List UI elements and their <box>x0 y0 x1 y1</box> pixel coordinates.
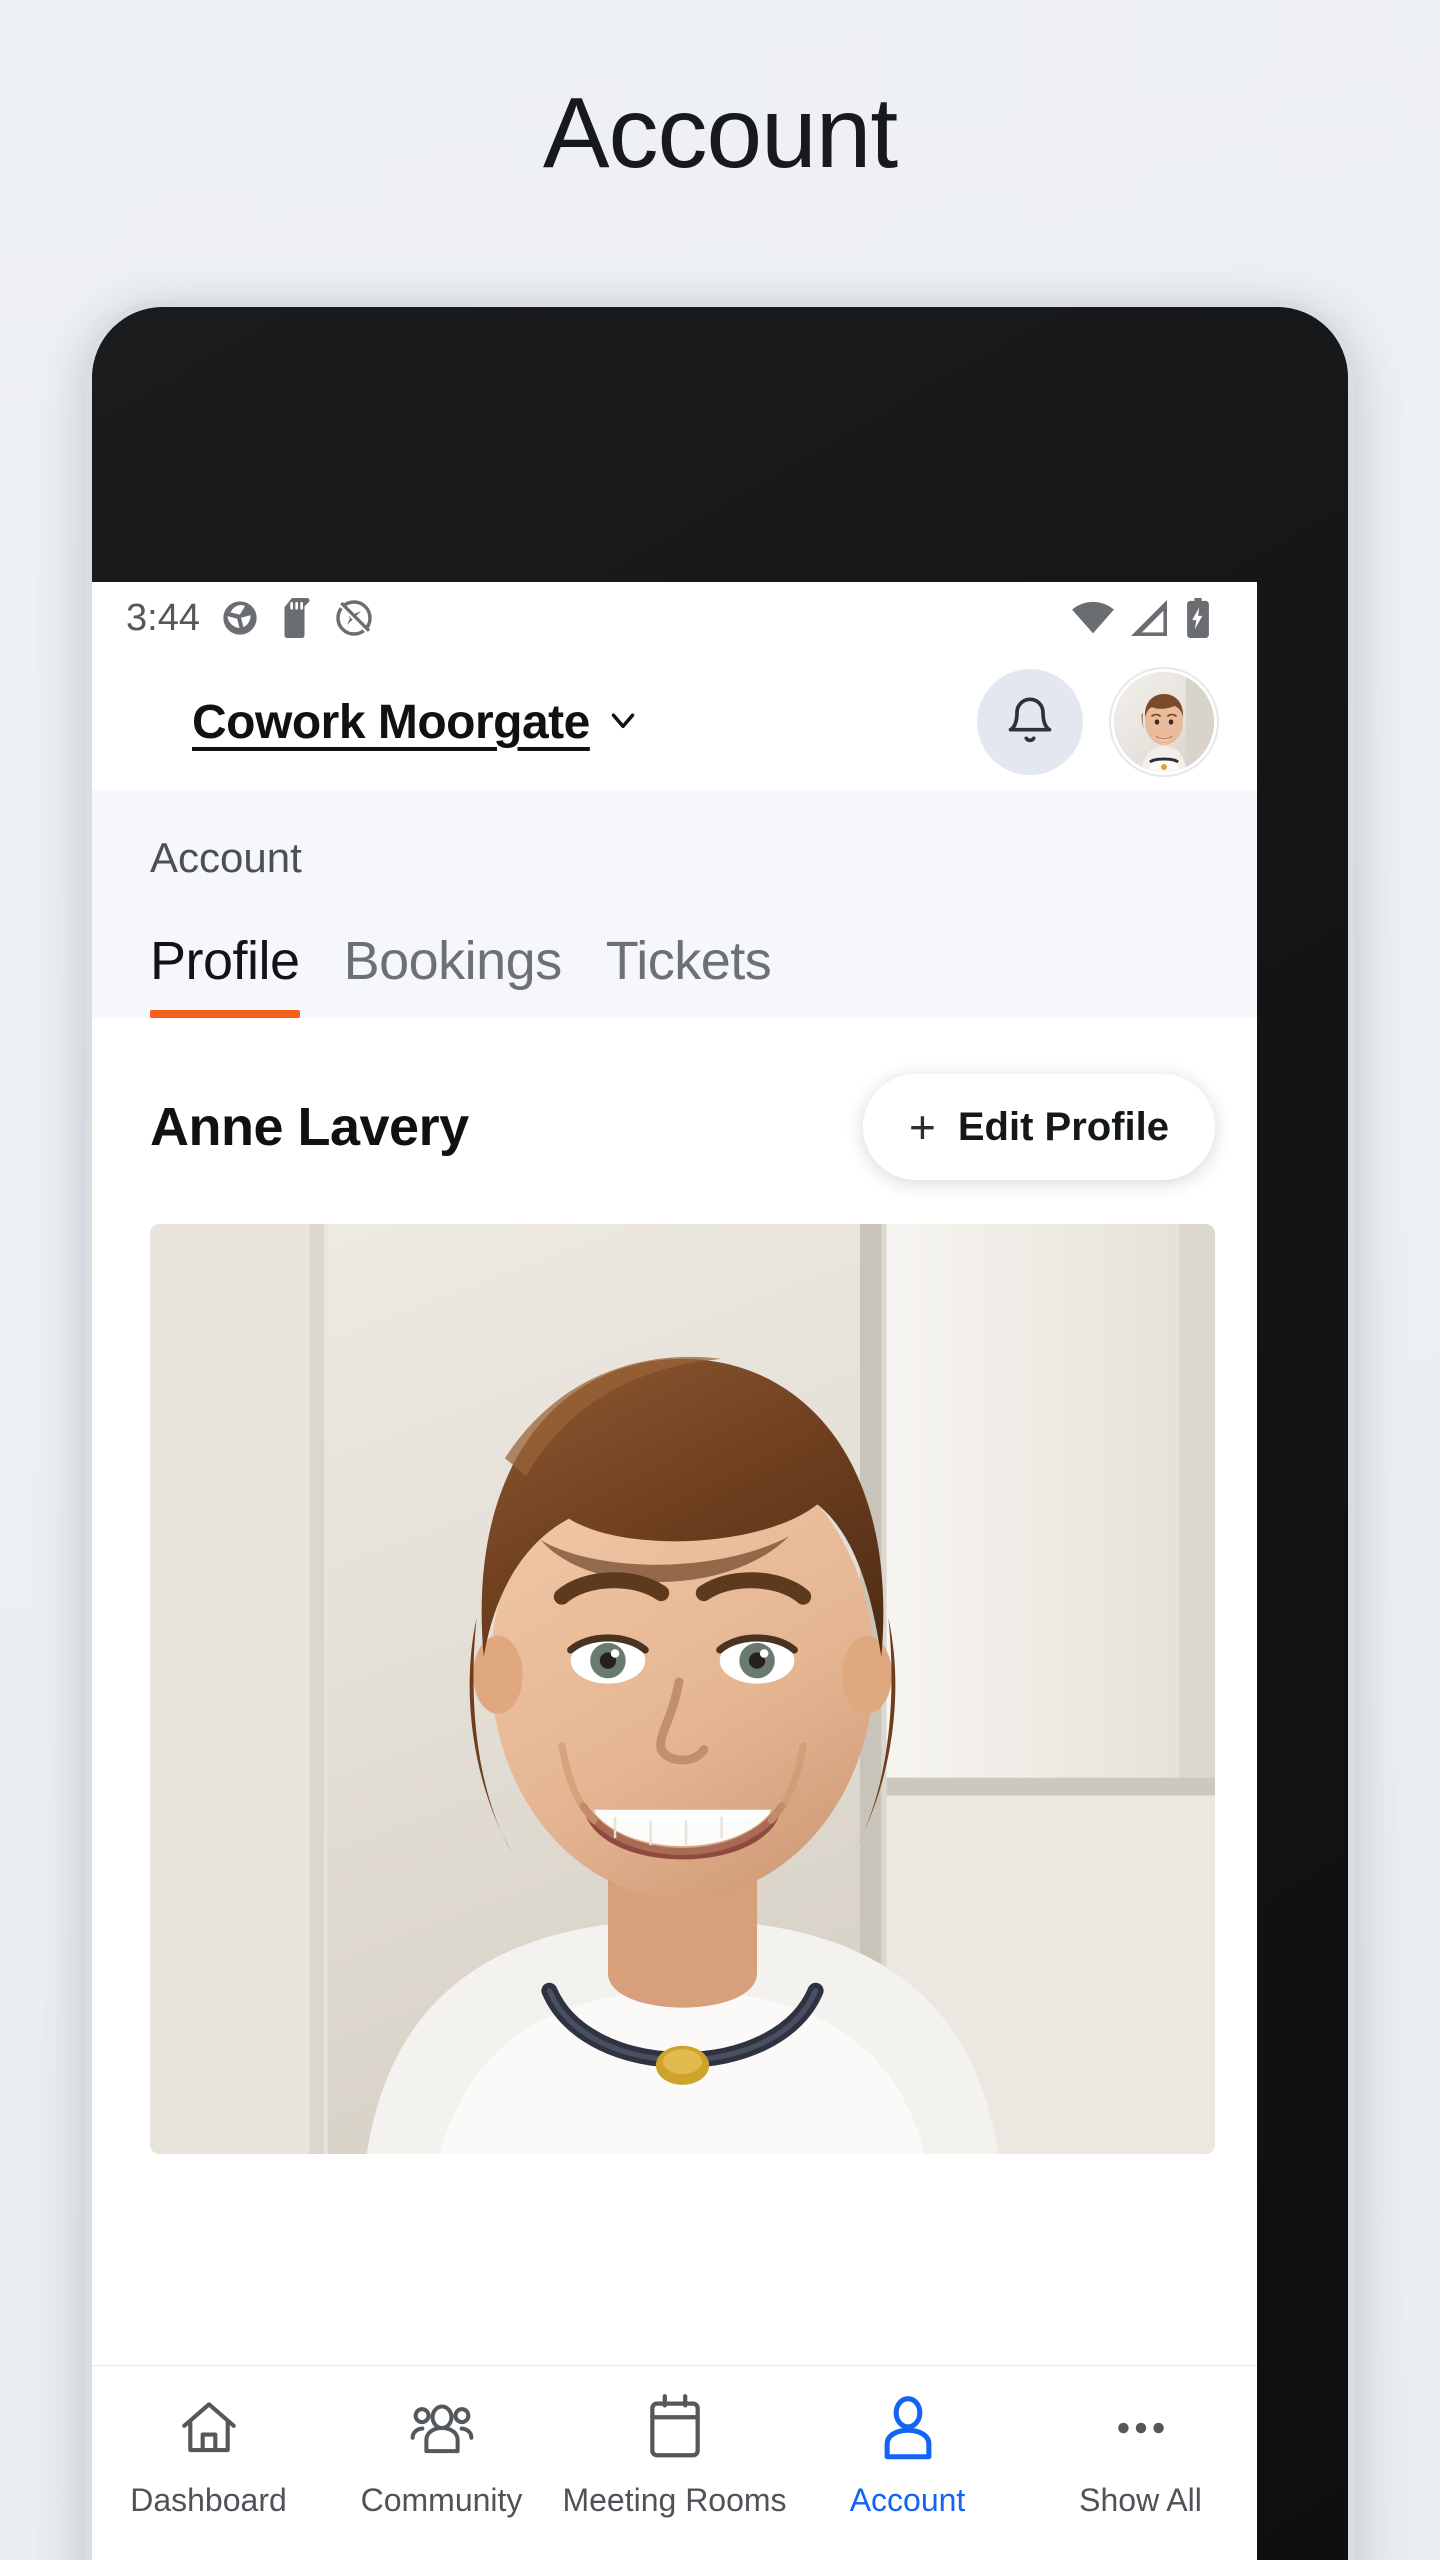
screenshot-stage: Account 3:44 Cowork Moorgate Account Pro… <box>0 0 1440 2560</box>
nav-label-community: Community <box>360 2482 523 2518</box>
section-label: Account <box>150 834 302 881</box>
phone-device-frame: 3:44 Cowork Moorgate Account Profile Boo… <box>85 300 1355 2560</box>
edit-profile-label: Edit Profile <box>957 1104 1169 1149</box>
edit-profile-button[interactable]: + Edit Profile <box>862 1074 1215 1180</box>
avatar-photo <box>1114 672 1214 772</box>
nav-label-show-all: Show All <box>1079 2482 1202 2518</box>
header-actions <box>977 669 1217 775</box>
status-bar-right <box>1071 598 1213 638</box>
app-header: Cowork Moorgate <box>92 654 1257 790</box>
home-icon <box>176 2390 242 2466</box>
avatar[interactable] <box>1111 669 1217 775</box>
tab-profile[interactable]: Profile <box>150 930 300 1018</box>
page-title: Account <box>542 77 898 189</box>
location-off-icon <box>334 598 374 638</box>
nav-label-dashboard: Dashboard <box>130 2482 287 2518</box>
cellular-signal-icon <box>1129 600 1169 636</box>
ellipsis-icon <box>1108 2390 1174 2466</box>
person-icon <box>877 2390 939 2466</box>
volume-button[interactable] <box>85 477 90 551</box>
bell-icon <box>1004 695 1056 750</box>
status-bar-left: 3:44 <box>126 597 374 640</box>
account-tabs-band: Account Profile Bookings Tickets <box>92 790 1257 1018</box>
status-time: 3:44 <box>126 596 200 639</box>
aperture-icon <box>220 598 260 638</box>
nav-label-account: Account <box>849 2482 966 2518</box>
nav-label-meeting-rooms: Meeting Rooms <box>562 2482 787 2518</box>
calendar-icon <box>643 2390 707 2466</box>
nav-item-community[interactable]: Community <box>325 2390 558 2519</box>
power-button[interactable] <box>1350 997 1355 1107</box>
profile-name-row: Anne Lavery + Edit Profile <box>92 1018 1257 1224</box>
phone-screen: 3:44 Cowork Moorgate Account Profile Boo… <box>92 582 1257 2560</box>
nav-item-dashboard[interactable]: Dashboard <box>92 2390 325 2519</box>
plus-icon: + <box>908 1101 936 1153</box>
status-bar: 3:44 <box>92 582 1257 654</box>
people-icon <box>407 2390 477 2466</box>
tab-bar: Profile Bookings Tickets <box>92 882 1257 1018</box>
venue-selector[interactable]: Cowork Moorgate <box>192 695 642 750</box>
notifications-button[interactable] <box>977 669 1083 775</box>
bottom-navigation-bar: Dashboard Community Meeting Rooms Accoun… <box>92 2365 1257 2560</box>
profile-panel: Anne Lavery + Edit Profile <box>92 1018 1257 2154</box>
profile-name: Anne Lavery <box>150 1097 469 1157</box>
wifi-icon <box>1071 600 1115 636</box>
chevron-down-icon <box>604 701 642 744</box>
venue-name-label: Cowork Moorgate <box>192 695 590 749</box>
profile-photo[interactable] <box>150 1224 1215 2154</box>
profile-photo-image <box>150 1224 1215 2154</box>
volume-rocker-button[interactable] <box>1350 1187 1355 1487</box>
battery-charging-icon <box>1183 598 1213 638</box>
sd-card-icon <box>280 598 314 638</box>
tab-bookings[interactable]: Bookings <box>344 930 563 1018</box>
nav-item-meeting-rooms[interactable]: Meeting Rooms <box>558 2390 791 2519</box>
nav-item-account[interactable]: Account <box>791 2390 1024 2519</box>
tab-tickets[interactable]: Tickets <box>606 930 772 1018</box>
nav-item-show-all[interactable]: Show All <box>1024 2390 1257 2519</box>
